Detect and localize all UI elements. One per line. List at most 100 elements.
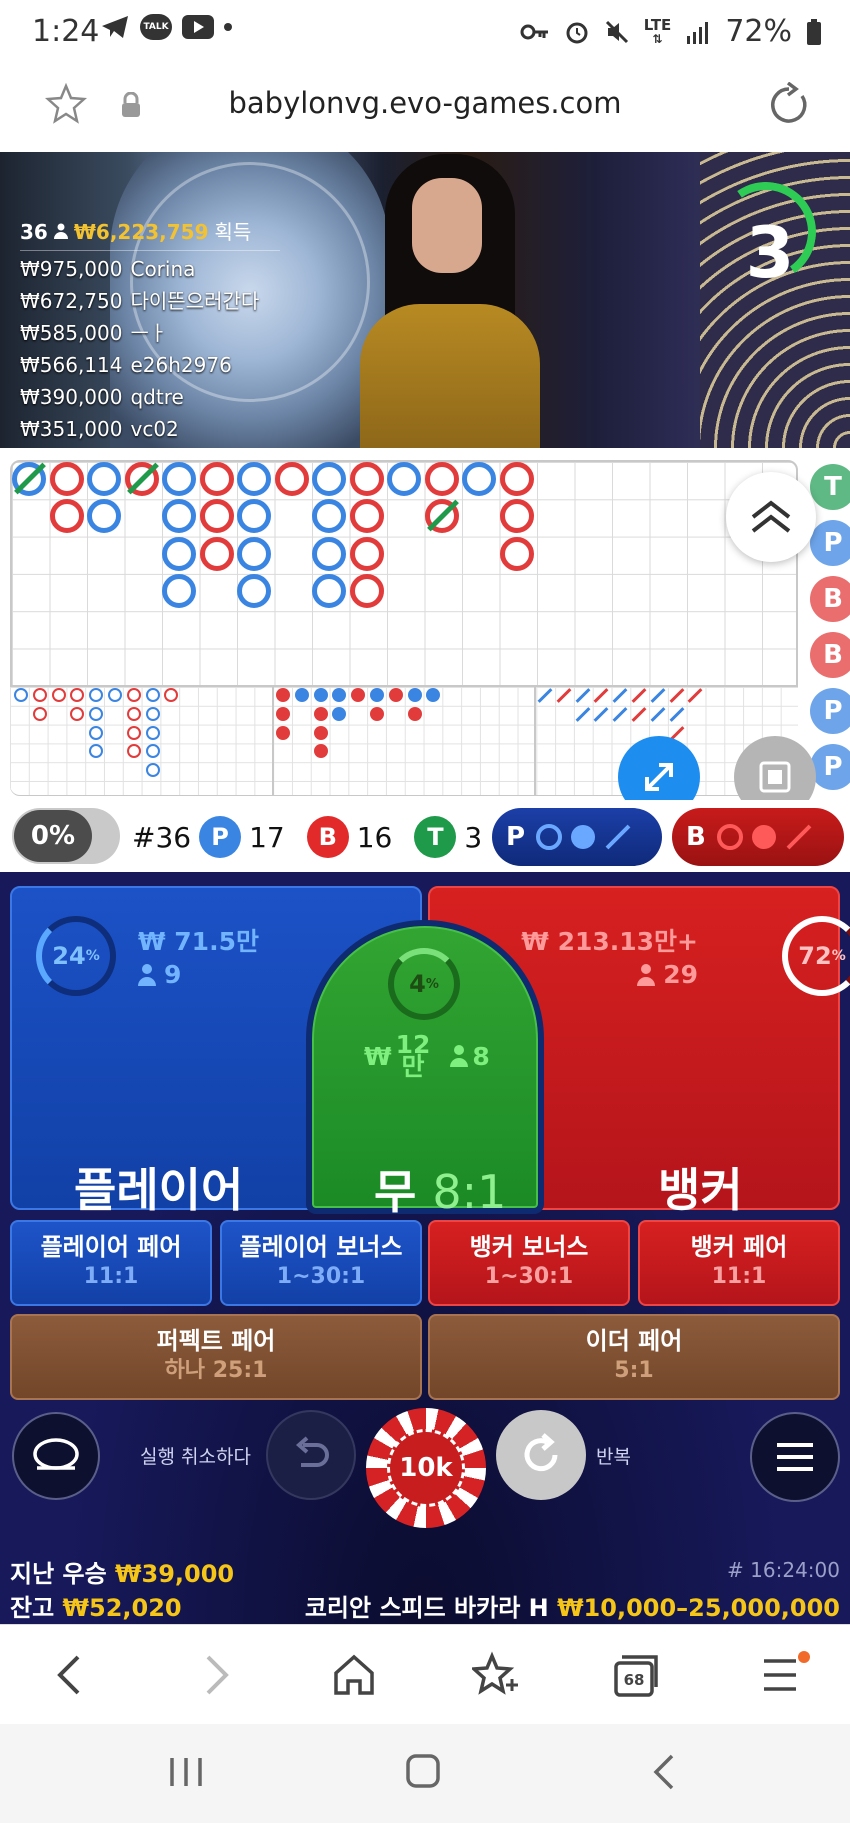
- winners-suffix: 획득: [214, 220, 252, 244]
- bookmarks-icon[interactable]: [469, 1651, 520, 1703]
- perfect-pair-bet[interactable]: 퍼펙트 페어 하나 25:1: [10, 1314, 422, 1400]
- bet-label: 이더 페어: [585, 1327, 683, 1355]
- chip-selector[interactable]: 10k: [366, 1408, 486, 1528]
- browser-menu-icon[interactable]: [760, 1651, 810, 1703]
- player-result-ring: [162, 536, 196, 571]
- player-result-ring: [162, 573, 196, 608]
- person-icon: [450, 1045, 469, 1067]
- bet-label: 퍼펙트 페어: [156, 1327, 276, 1355]
- repeat-button[interactable]: [496, 1410, 586, 1500]
- collapse-roadmap-button[interactable]: [726, 472, 816, 562]
- banker-label: 뱅커: [658, 1163, 743, 1217]
- player-result-ring: [87, 462, 121, 496]
- predict-banker-icons: [716, 824, 812, 850]
- small-road-dot: [407, 706, 422, 721]
- winner-row: ₩585,000 ㅡㅏ: [20, 317, 280, 349]
- player-result-ring: [312, 462, 346, 496]
- either-pair-bet[interactable]: 이더 페어 5:1: [428, 1314, 840, 1400]
- tabs-icon[interactable]: 68: [612, 1651, 660, 1703]
- banker-result-ring: [199, 536, 234, 571]
- countdown-timer: 3: [745, 212, 795, 294]
- notification-dot-icon: [224, 23, 232, 31]
- url-text[interactable]: babylonvg.evo-games.com: [0, 86, 850, 120]
- chat-bubble-icon: [33, 1438, 79, 1470]
- side-result-banker: B: [810, 576, 850, 622]
- banker-badge: B: [306, 816, 349, 858]
- tie-amount-currency: ₩: [364, 1041, 392, 1071]
- banker-pair-bet[interactable]: 뱅커 페어 11:1: [638, 1220, 840, 1306]
- banker-bettors: 29: [663, 960, 698, 989]
- banker-percent: 72: [798, 942, 832, 970]
- table-info: 코리안 스피드 바카라 H ₩10,000–25,000,000: [305, 1588, 840, 1623]
- banker-bonus-bet[interactable]: 뱅커 보너스 1~30:1: [428, 1220, 630, 1306]
- banker-percent-sign: %: [831, 948, 846, 964]
- tie-percent: 4: [409, 970, 426, 998]
- lte-indicator: LTE ⇅: [643, 15, 672, 46]
- balance: 잔고 ₩52,020: [10, 1588, 182, 1623]
- banker-result-ring: [499, 536, 534, 571]
- bet-label: 뱅커 페어: [690, 1233, 788, 1261]
- statistics-toggle[interactable]: 0%: [12, 808, 120, 864]
- bet-odds: 1~30:1: [484, 1264, 574, 1289]
- big-eye-ring: [51, 688, 66, 702]
- side-result-player: P: [810, 520, 850, 566]
- winner-name: Corina: [130, 257, 196, 281]
- player-bonus-bet[interactable]: 플레이어 보너스 1~30:1: [220, 1220, 422, 1306]
- small-road-dot: [370, 688, 384, 702]
- tie-odds: 8:1: [432, 1165, 507, 1219]
- telegram-icon: [100, 14, 130, 40]
- undo-label: 실행 취소하다: [140, 1446, 251, 1468]
- system-back-icon[interactable]: [646, 1754, 686, 1794]
- player-predict-button[interactable]: P: [492, 808, 662, 866]
- player-percent-sign: %: [85, 948, 100, 964]
- person-icon: [637, 963, 656, 986]
- banker-predict-button[interactable]: B: [672, 808, 844, 866]
- browser-url-bar: babylonvg.evo-games.com: [0, 64, 850, 152]
- winner-amount: ₩585,000: [20, 321, 123, 345]
- home-icon[interactable]: [332, 1651, 376, 1703]
- winner-amount: ₩672,750: [20, 289, 123, 313]
- small-road-dot: [388, 688, 403, 702]
- kakaotalk-badge: TALK: [143, 22, 169, 32]
- big-eye-ring: [126, 725, 141, 740]
- small-road-dot: [276, 688, 290, 702]
- big-eye-ring: [145, 725, 160, 740]
- player-pair-bet[interactable]: 플레이어 페어 11:1: [10, 1220, 212, 1306]
- undo-button[interactable]: [266, 1410, 356, 1500]
- tie-bet-area[interactable]: 4% ₩ 12 만 8 무 8:1: [306, 920, 544, 1219]
- back-icon[interactable]: [50, 1651, 90, 1703]
- live-video-stream[interactable]: 3 36 ₩6,223,759 획득 ₩975,000 Corina ₩672,7…: [0, 152, 850, 448]
- small-road-dot: [276, 706, 290, 721]
- predict-player-icons: [536, 824, 631, 850]
- player-result-ring: [462, 462, 496, 496]
- recent-apps-icon[interactable]: [166, 1754, 206, 1794]
- tie-percent-sign: %: [425, 976, 439, 992]
- alarm-icon: [564, 19, 590, 45]
- winner-name: e26h2976: [130, 353, 232, 377]
- big-eye-ring: [89, 706, 104, 721]
- big-eye-ring: [145, 763, 160, 778]
- menu-button[interactable]: [750, 1412, 840, 1502]
- winner-amount: ₩566,114: [20, 353, 123, 377]
- square-icon: [759, 761, 791, 793]
- side-result-tie: T: [810, 464, 850, 510]
- system-home-icon[interactable]: [404, 1754, 444, 1794]
- side-result-banker: B: [810, 632, 850, 678]
- status-bar: 1:24 TALK LTE ⇅ 72%: [0, 0, 850, 64]
- last-win-label: 지난 우승: [10, 1560, 107, 1588]
- system-navigation-bar: [0, 1724, 850, 1823]
- banker-result-ring: [499, 499, 534, 534]
- status-time: 1:24: [32, 14, 100, 49]
- chat-button[interactable]: [12, 1412, 100, 1500]
- youtube-icon: [182, 15, 214, 39]
- tie-badge: T: [414, 816, 457, 858]
- player-badge: P: [199, 816, 242, 858]
- side-result-player: P: [810, 688, 850, 734]
- bet-label: 플레이어 페어: [40, 1233, 182, 1261]
- chip-value: 10k: [387, 1429, 465, 1507]
- winner-row: ₩351,000 vc02: [20, 413, 280, 445]
- reload-icon[interactable]: [766, 81, 812, 132]
- forward-icon[interactable]: [196, 1651, 236, 1703]
- small-road-dot: [407, 688, 422, 702]
- player-result-ring: [312, 573, 346, 608]
